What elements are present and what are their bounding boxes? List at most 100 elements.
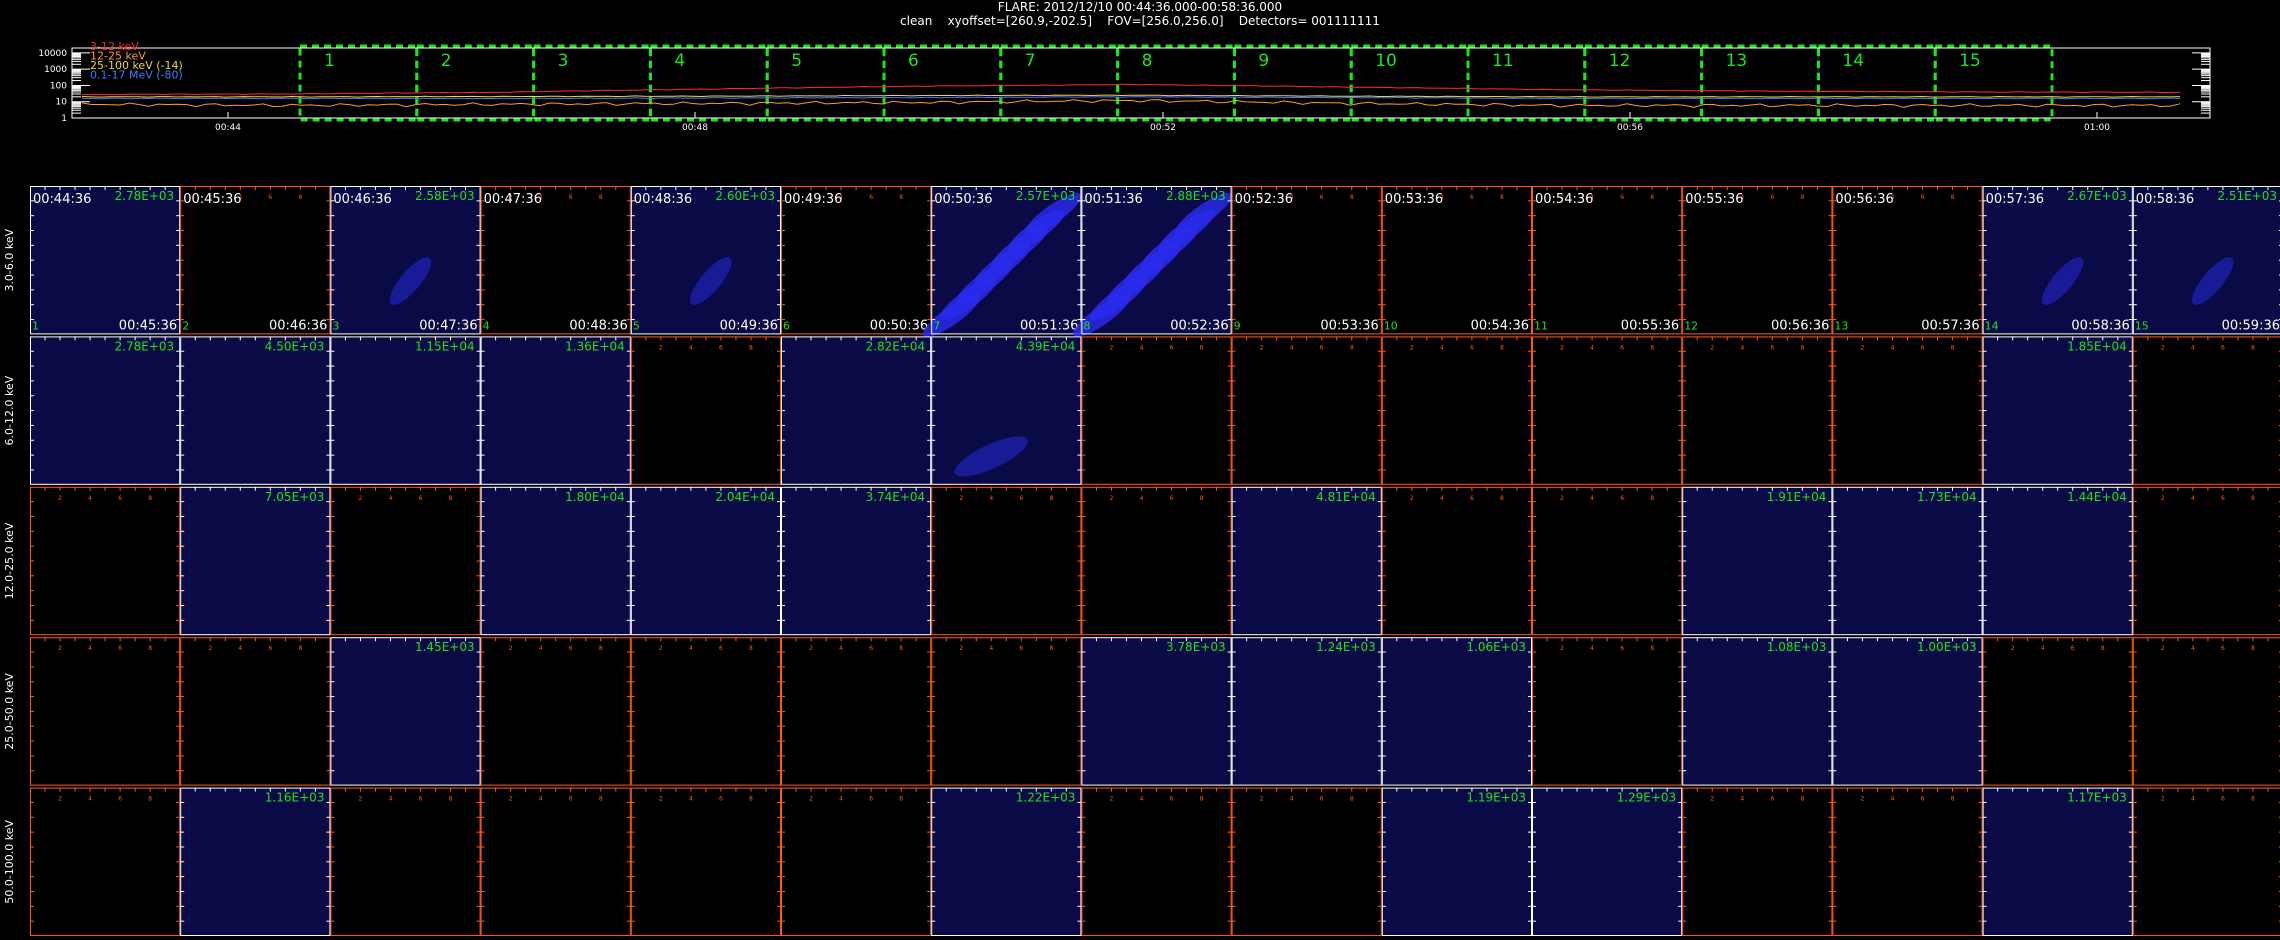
x-tick-label: 01:00 [2084,123,2110,133]
interval-index-label: 11 [1534,319,1548,332]
frame-tick-label: 2 [1710,344,1714,351]
frame-tick-label: 2 [1560,645,1564,652]
interval-box [1583,44,1704,122]
frame-tick-label: 2 [1560,344,1564,351]
frame-tick-label: 6 [419,495,423,502]
frame-tick-label: 6 [1620,344,1624,351]
frame-tick-label: 6 [2221,344,2225,351]
frame-tick-label: 8 [599,194,603,201]
frame-tick-label: 8 [2251,344,2255,351]
image-frame [1081,787,1232,936]
interval-number: 13 [1726,51,1748,71]
frame-tick-label: 2 [809,796,813,803]
frame-tick-label: 2 [809,645,813,652]
frame-tick-label: 8 [599,645,603,652]
frame-tick-label: 4 [1590,645,1594,652]
end-time-label: 00:52:36 [1170,318,1228,333]
image-background [330,637,481,786]
frame-tick-label: 2 [1560,495,1564,502]
frame-tick-label: 4 [1740,344,1744,351]
image-frame [781,637,932,786]
image-background [1982,787,2133,936]
frame-tick-label: 6 [1470,344,1474,351]
frame-tick-label: 6 [1770,194,1774,201]
frame-tick-label: 8 [2251,495,2255,502]
frame-tick-label: 4 [1140,796,1144,803]
x-tick-label: 00:44 [215,123,241,133]
frame-tick-label: 8 [298,645,302,652]
energy-band-label: 50.0-100.0 keV [3,819,16,903]
interval-index-label: 4 [483,319,490,332]
max-value-label: 1.19E+03 [1466,791,1526,805]
y-tick-label: 100 [50,81,67,91]
image-background [1832,486,1983,636]
image-background [1532,787,1683,936]
end-time-label: 00:50:36 [870,318,928,333]
frame-tick-label: 6 [118,645,122,652]
image-background [1832,637,1983,786]
start-time-label: 00:48:36 [634,192,692,207]
max-value-label: 2.51E+03 [2217,189,2277,203]
interval-box [765,44,886,122]
frame-tick-label: 6 [2221,796,2225,803]
frame-tick-label: 2 [1110,796,1114,803]
interval-index-label: 1 [32,319,39,332]
frame-tick-label: 6 [1770,796,1774,803]
start-time-label: 00:57:36 [1986,192,2044,207]
frame-tick-label: 8 [1200,796,1204,803]
frame-tick-label: 4 [839,796,843,803]
max-value-label: 1.36E+04 [565,339,625,353]
end-time-label: 00:59:36 [2222,318,2280,333]
frame-tick-label: 6 [1470,495,1474,502]
frame-tick-label: 8 [1200,344,1204,351]
energy-band-label: 6.0-12.0 keV [3,375,16,445]
image-frame [330,486,481,636]
image-background [931,787,1082,936]
interval-index-label: 3 [332,319,339,332]
frame-tick-label: 8 [1951,796,1955,803]
image-background [480,336,631,485]
frame-tick-label: 2 [2161,495,2165,502]
frame-tick-label: 4 [2041,645,2045,652]
frame-tick-label: 6 [1170,796,1174,803]
image-frame [30,486,181,636]
frame-tick-label: 2 [2011,645,2015,652]
frame-tick-label: 8 [1350,194,1354,201]
frame-tick-label: 6 [1170,495,1174,502]
frame-tick-label: 6 [268,645,272,652]
interval-index-label: 8 [1083,319,1090,332]
image-frame [1832,787,1983,936]
end-time-label: 00:48:36 [569,318,627,333]
interval-number: 6 [908,51,919,71]
image-background [1982,186,2133,335]
frame-tick-label: 2 [509,645,513,652]
end-time-label: 00:53:36 [1320,318,1378,333]
y-tick-label: 10000 [38,49,67,59]
image-frame [1532,637,1683,786]
interval-number: 4 [674,51,685,71]
frame-tick-label: 8 [1049,495,1053,502]
frame-tick-label: 2 [58,495,62,502]
frame-tick-label: 6 [1170,344,1174,351]
image-frame [931,637,1082,786]
frame-tick-label: 8 [899,645,903,652]
frame-tick-label: 8 [1350,796,1354,803]
frame-tick-label: 8 [2251,796,2255,803]
max-value-label: 1.73E+04 [1917,490,1977,504]
frame-tick-label: 6 [1921,796,1925,803]
image-background [480,486,631,636]
image-frame [480,186,631,335]
frame-tick-label: 8 [1200,495,1204,502]
frame-tick-label: 4 [389,495,393,502]
frame-tick-label: 4 [238,645,242,652]
frame-tick-label: 2 [659,645,663,652]
frame-tick-label: 2 [58,796,62,803]
frame-tick-label: 4 [1891,344,1895,351]
image-parameters: clean xyoffset=[260.9,-202.5] FOV=[256.0… [900,14,1380,28]
end-time-label: 00:47:36 [419,318,477,333]
flare-title: FLARE: 2012/12/10 00:44:36.000-00:58:36.… [997,0,1283,14]
max-value-label: 1.85E+04 [2067,339,2127,353]
interval-number: 14 [1842,51,1864,71]
frame-tick-label: 8 [1650,495,1654,502]
frame-tick-label: 8 [1800,796,1804,803]
